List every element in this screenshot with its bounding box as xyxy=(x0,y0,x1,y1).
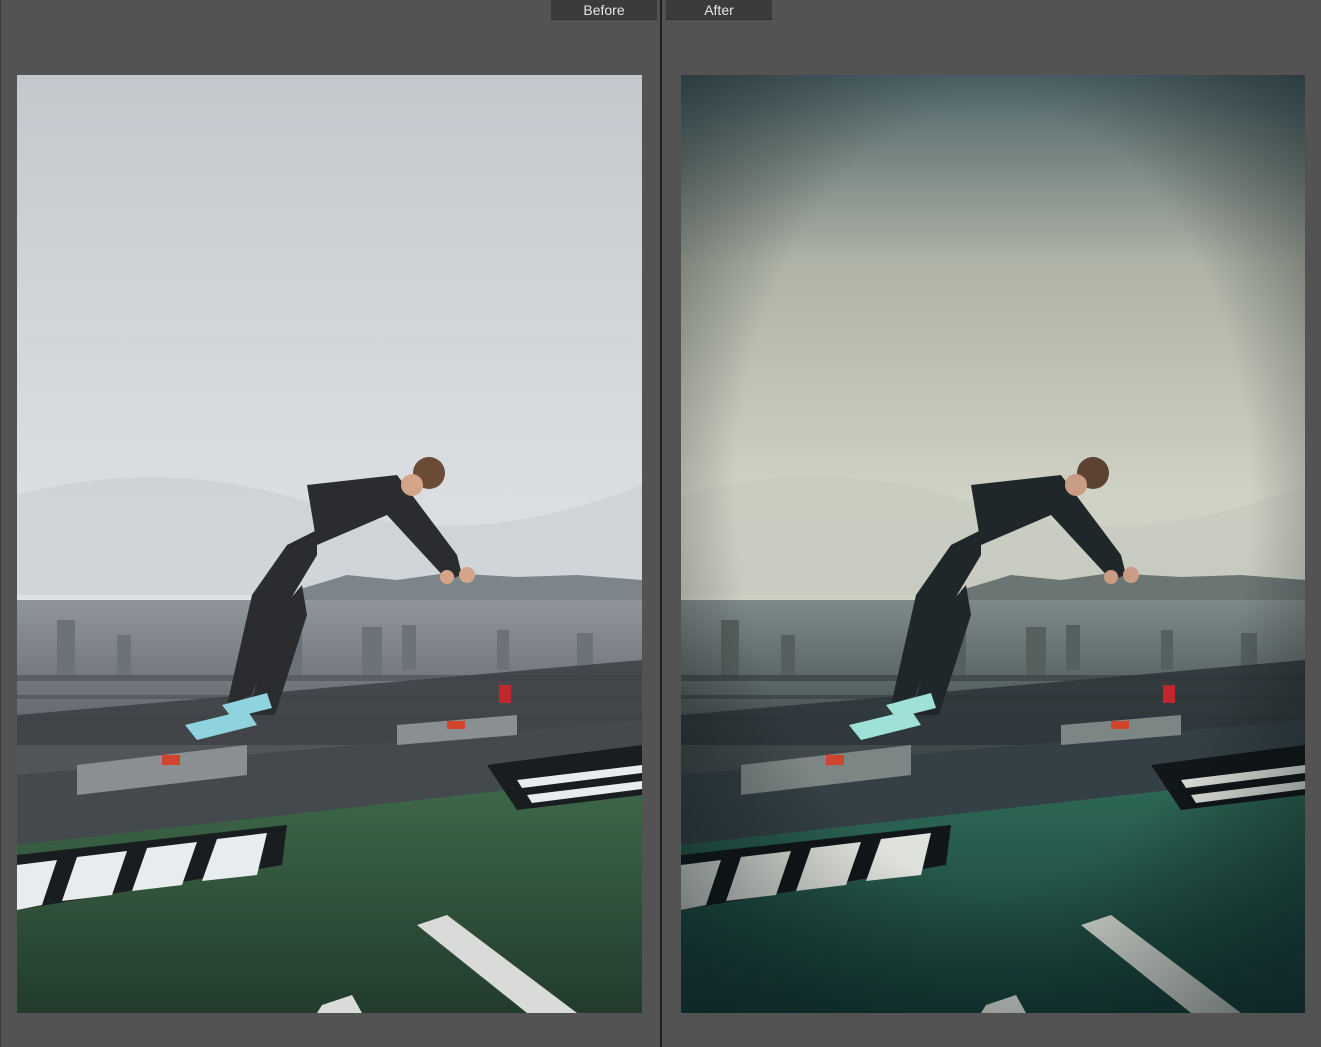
before-after-viewer: Before After xyxy=(0,0,1321,1047)
split-divider[interactable] xyxy=(660,0,662,1047)
tab-after[interactable]: After xyxy=(666,0,772,20)
before-photo-image xyxy=(17,75,642,1013)
left-edge xyxy=(0,0,1,1047)
before-photo xyxy=(17,75,642,1013)
after-photo xyxy=(681,75,1305,1013)
tab-before[interactable]: Before xyxy=(551,0,657,20)
after-photo-image xyxy=(681,75,1305,1013)
